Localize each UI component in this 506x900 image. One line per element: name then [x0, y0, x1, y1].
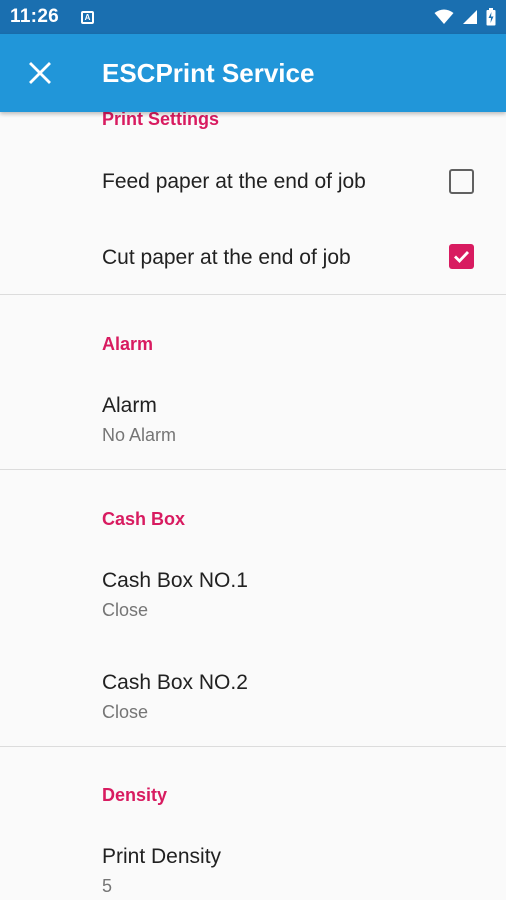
status-bar: 11:26 A — [0, 0, 506, 34]
print-density-summary: 5 — [102, 876, 113, 896]
cut-paper-preference[interactable]: Cut paper at the end of job — [0, 220, 506, 296]
alarm-title: Alarm — [102, 394, 157, 417]
cash-box-1-preference[interactable]: Cash Box NO.1 Close — [0, 549, 506, 649]
signal-icon — [463, 10, 477, 24]
alarm-preference[interactable]: Alarm No Alarm — [0, 374, 506, 470]
section-header-cash-box: Cash Box — [102, 509, 186, 529]
battery-icon — [486, 8, 496, 26]
status-left: 11:26 A — [10, 6, 95, 28]
print-density-preference[interactable]: Print Density 5 — [0, 825, 506, 900]
cash-box-1-title: Cash Box NO.1 — [102, 569, 248, 592]
close-button[interactable] — [0, 34, 80, 112]
divider — [0, 469, 506, 470]
divider — [0, 746, 506, 747]
cash-box-2-summary: Close — [102, 702, 149, 722]
section-header-print-settings: Print Settings — [102, 112, 220, 129]
section-header-density: Density — [102, 785, 168, 805]
check-icon — [454, 251, 470, 264]
cut-paper-label: Cut paper at the end of job — [102, 246, 351, 269]
cash-box-2-preference[interactable]: Cash Box NO.2 Close — [0, 651, 506, 747]
cash-box-1-summary: Close — [102, 600, 149, 620]
feed-paper-checkbox[interactable] — [449, 169, 474, 194]
status-icons — [434, 8, 496, 26]
divider — [0, 294, 506, 295]
status-time: 11:26 — [10, 6, 60, 27]
alarm-summary: No Alarm — [102, 425, 177, 445]
section-header-alarm: Alarm — [102, 334, 154, 354]
close-icon — [29, 62, 51, 84]
wifi-icon — [434, 9, 454, 24]
settings-list[interactable]: Print Settings Feed paper at the end of … — [0, 112, 506, 900]
feed-paper-preference[interactable]: Feed paper at the end of job — [0, 144, 506, 220]
cut-paper-checkbox[interactable] — [449, 244, 474, 269]
feed-paper-label: Feed paper at the end of job — [102, 170, 366, 193]
print-density-title: Print Density — [102, 845, 222, 868]
app-bar: ESCPrint Service — [0, 34, 506, 112]
cash-box-2-title: Cash Box NO.2 — [102, 671, 248, 694]
notification-a-icon: A — [81, 10, 95, 24]
app-title: ESCPrint Service — [102, 57, 315, 88]
